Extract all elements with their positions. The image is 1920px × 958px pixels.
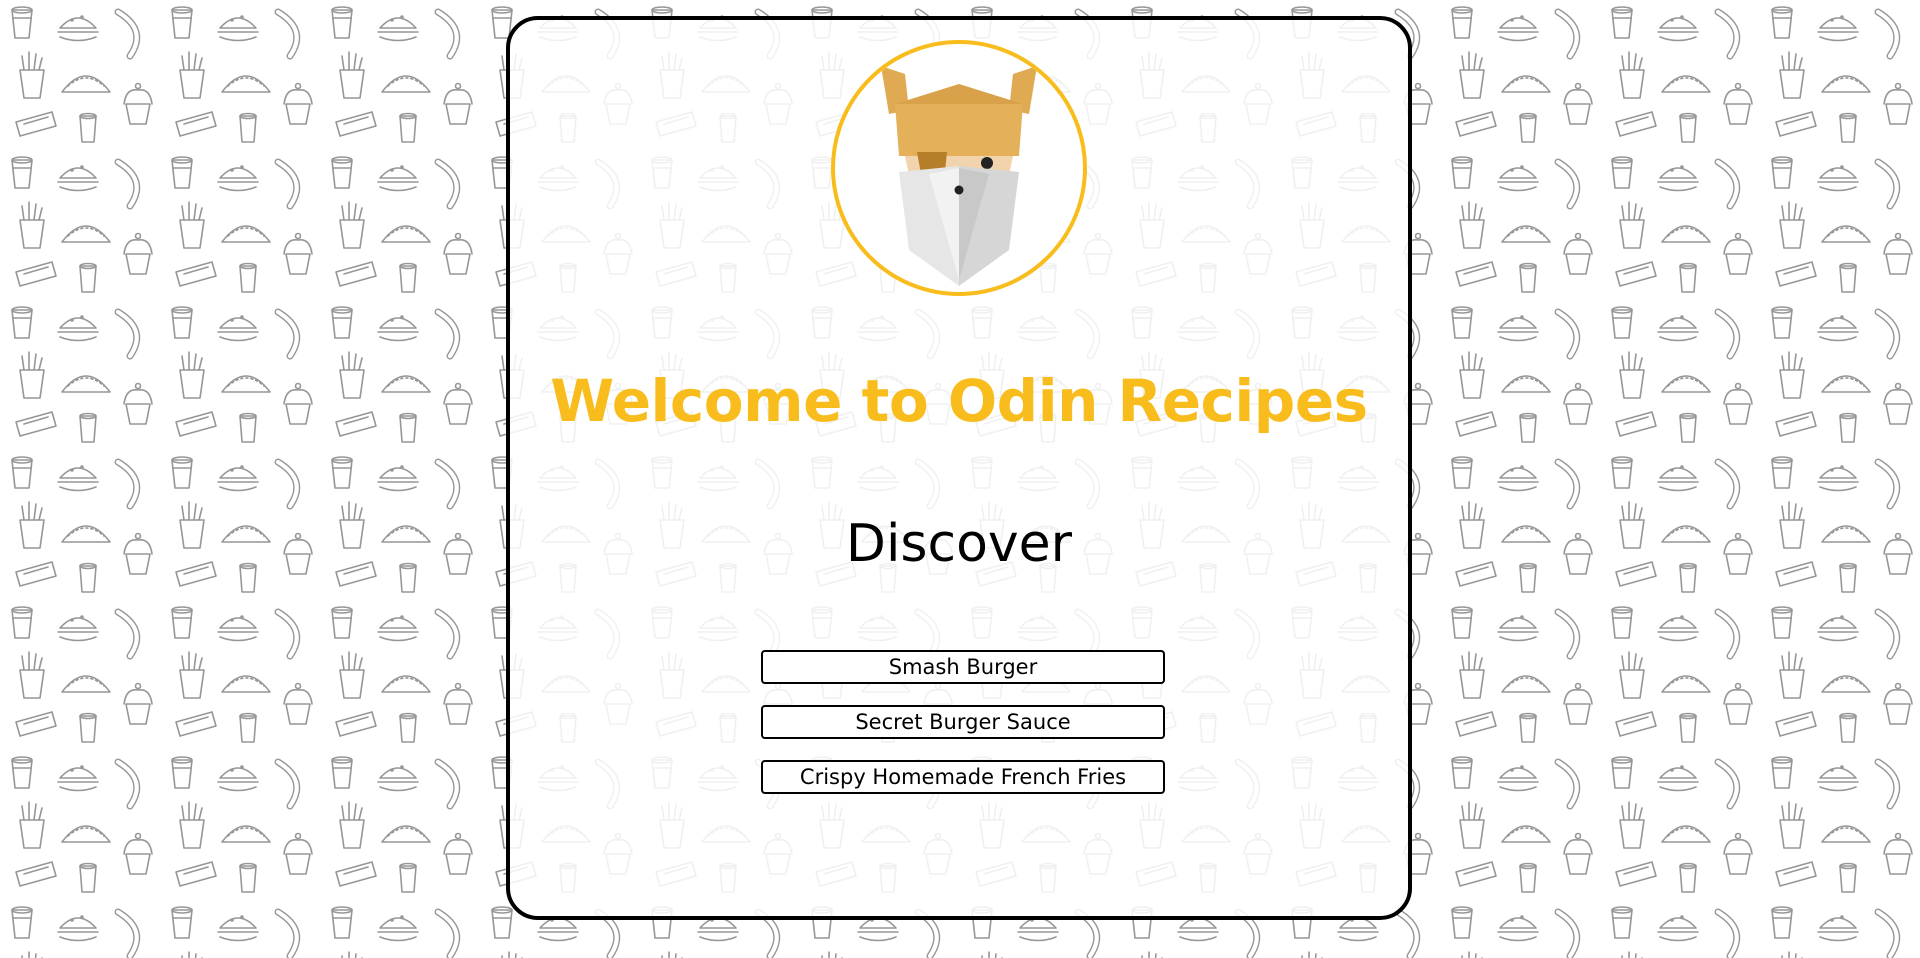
recipe-link-french-fries[interactable]: Crispy Homemade French Fries <box>761 760 1165 794</box>
recipe-link-secret-burger-sauce[interactable]: Secret Burger Sauce <box>761 705 1165 739</box>
list-item: Secret Burger Sauce <box>761 705 1165 739</box>
page-title: Welcome to Odin Recipes <box>550 367 1368 435</box>
odin-viking-icon <box>881 66 1037 286</box>
odin-logo <box>831 40 1087 296</box>
list-item: Crispy Homemade French Fries <box>761 760 1165 794</box>
recipe-list: Smash Burger Secret Burger Sauce Crispy … <box>761 650 1165 815</box>
section-heading: Discover <box>845 514 1073 574</box>
list-item: Smash Burger <box>761 650 1165 684</box>
main-card: Welcome to Odin Recipes Discover Smash B… <box>506 16 1412 920</box>
recipe-link-smash-burger[interactable]: Smash Burger <box>761 650 1165 684</box>
